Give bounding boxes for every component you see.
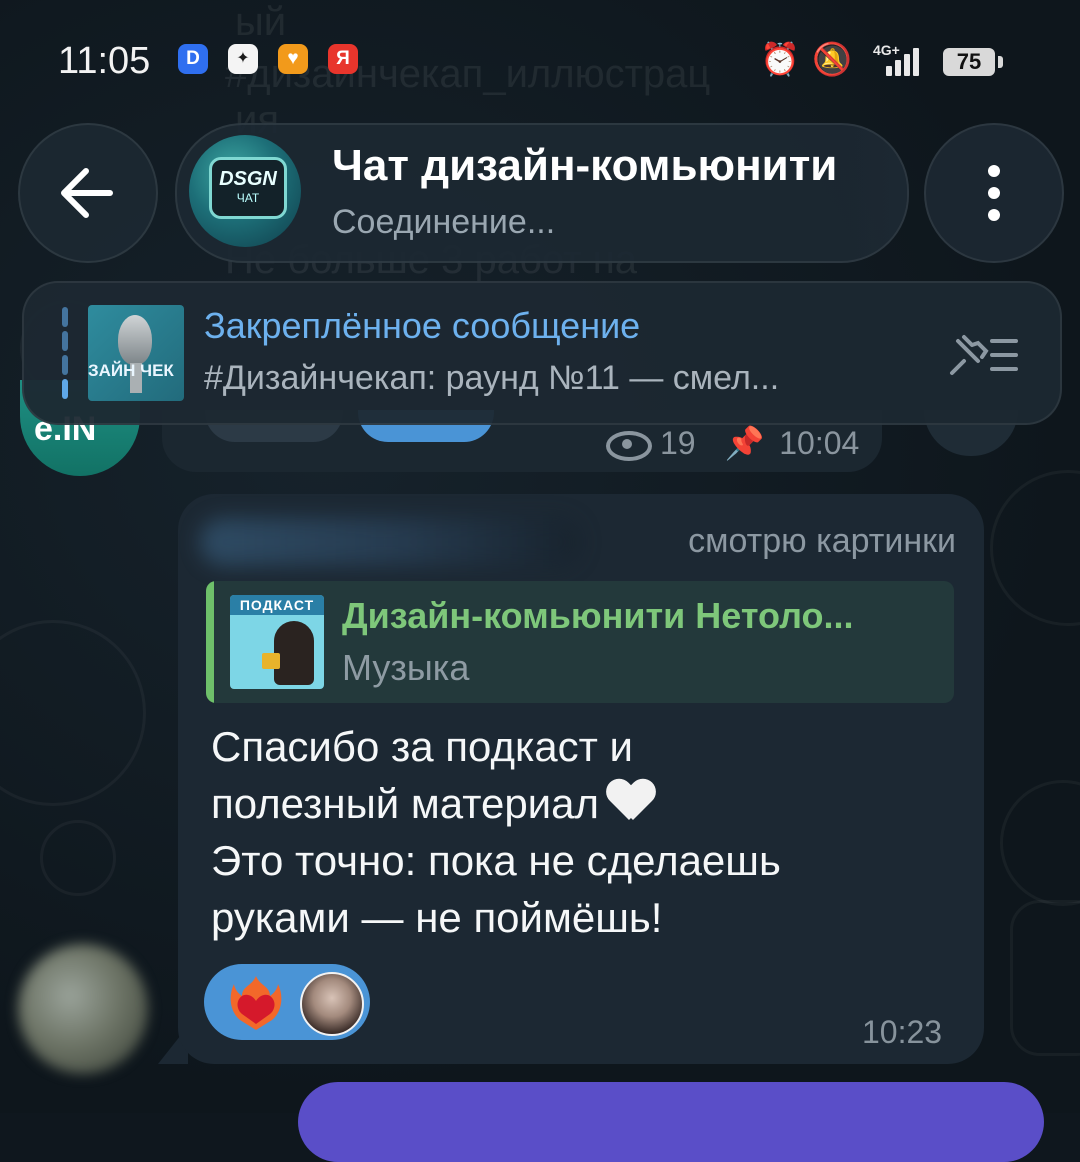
reply-bar <box>206 581 214 703</box>
pinned-indicator <box>62 307 68 399</box>
reply-subtitle: Музыка <box>342 647 470 688</box>
message-line: полезный материал <box>211 780 600 827</box>
battery-icon: 75 <box>943 48 1003 76</box>
reply-thumbnail: ПОДКАСТ <box>230 595 324 689</box>
status-time: 11:05 <box>58 40 151 82</box>
message-time: 10:23 <box>862 1014 943 1050</box>
heart-app-icon: ♥ <box>278 44 308 74</box>
alarm-icon: ⏰ <box>760 41 800 77</box>
views-count: 19 <box>660 425 696 461</box>
sender-custom-title: смотрю картинки <box>688 522 956 560</box>
more-options-button[interactable] <box>924 123 1064 263</box>
yandex-icon: Я <box>328 44 358 74</box>
heart-on-fire-icon <box>230 976 282 1030</box>
avatar-logo-text: DSGN <box>219 168 277 190</box>
avatar-logo-subtext: ЧАТ <box>236 191 260 205</box>
pinned-list-icon[interactable] <box>942 327 1022 383</box>
back-arrow-icon <box>61 168 113 218</box>
pinned-text: #Дизайнчекап: раунд №11 — смел... <box>204 359 780 397</box>
pinned-title: Закреплённое сообщение <box>204 305 641 346</box>
pinned-thumbnail: ЗАЙН ЧЕК <box>88 305 184 401</box>
reply-title: Дизайн-комьюнити Нетоло... <box>342 595 854 636</box>
chat-status: Соединение... <box>332 203 556 241</box>
views-icon <box>606 430 652 461</box>
pin-small-icon: 📌 <box>724 425 765 461</box>
dots-app-icon: ✦ <box>228 44 258 74</box>
chat-header[interactable]: DSGN ЧАТ Чат дизайн-комьюнити Соединение… <box>175 123 909 263</box>
title-fade <box>837 125 907 261</box>
reply-thumbnail-header: ПОДКАСТ <box>230 595 324 615</box>
messenger-icon: D <box>178 44 208 74</box>
reply-preview[interactable]: ПОДКАСТ Дизайн-комьюнити Нетоло... Музык… <box>206 581 954 703</box>
message-line: Это точно: пока не сделаешь <box>211 837 781 884</box>
back-button[interactable] <box>18 123 158 263</box>
pinned-thumbnail-text: ЗАЙН ЧЕК <box>88 361 174 380</box>
more-vertical-icon <box>988 165 1000 221</box>
message-line-with-emoji: полезный материал <box>211 775 951 832</box>
chat-title: Чат дизайн-комьюнити <box>332 141 838 190</box>
message-line: руками — не поймёшь! <box>211 894 663 941</box>
network-label: 4G+ <box>873 42 900 58</box>
dsgn-logo: DSGN ЧАТ <box>209 157 287 219</box>
message-text: Спасибо за подкаст и полезный материал Э… <box>211 718 951 946</box>
podcast-person <box>274 621 314 685</box>
white-heart-icon <box>607 780 655 824</box>
pinned-message-bar[interactable]: ЗАЙН ЧЕК Закреплённое сообщение #Дизайнч… <box>22 281 1062 425</box>
previous-message-meta: 19 📌 10:04 <box>606 424 859 462</box>
previous-message-time: 10:04 <box>779 425 860 461</box>
trophy-shape <box>118 315 152 365</box>
next-message-bubble[interactable] <box>298 1082 1044 1162</box>
sender-name-blurred[interactable] <box>200 518 580 566</box>
reactor-avatar <box>300 972 364 1036</box>
reaction-pill[interactable] <box>204 964 370 1040</box>
chat-avatar[interactable]: DSGN ЧАТ <box>189 135 301 247</box>
status-bar: 11:05 D ✦ ♥ Я ⏰ 🔕 4G+ 75 <box>0 0 1080 125</box>
message-line: Спасибо за подкаст и <box>211 723 633 770</box>
mute-icon: 🔕 <box>812 41 852 77</box>
sender-avatar[interactable] <box>18 944 148 1074</box>
podcast-cup <box>262 653 280 669</box>
